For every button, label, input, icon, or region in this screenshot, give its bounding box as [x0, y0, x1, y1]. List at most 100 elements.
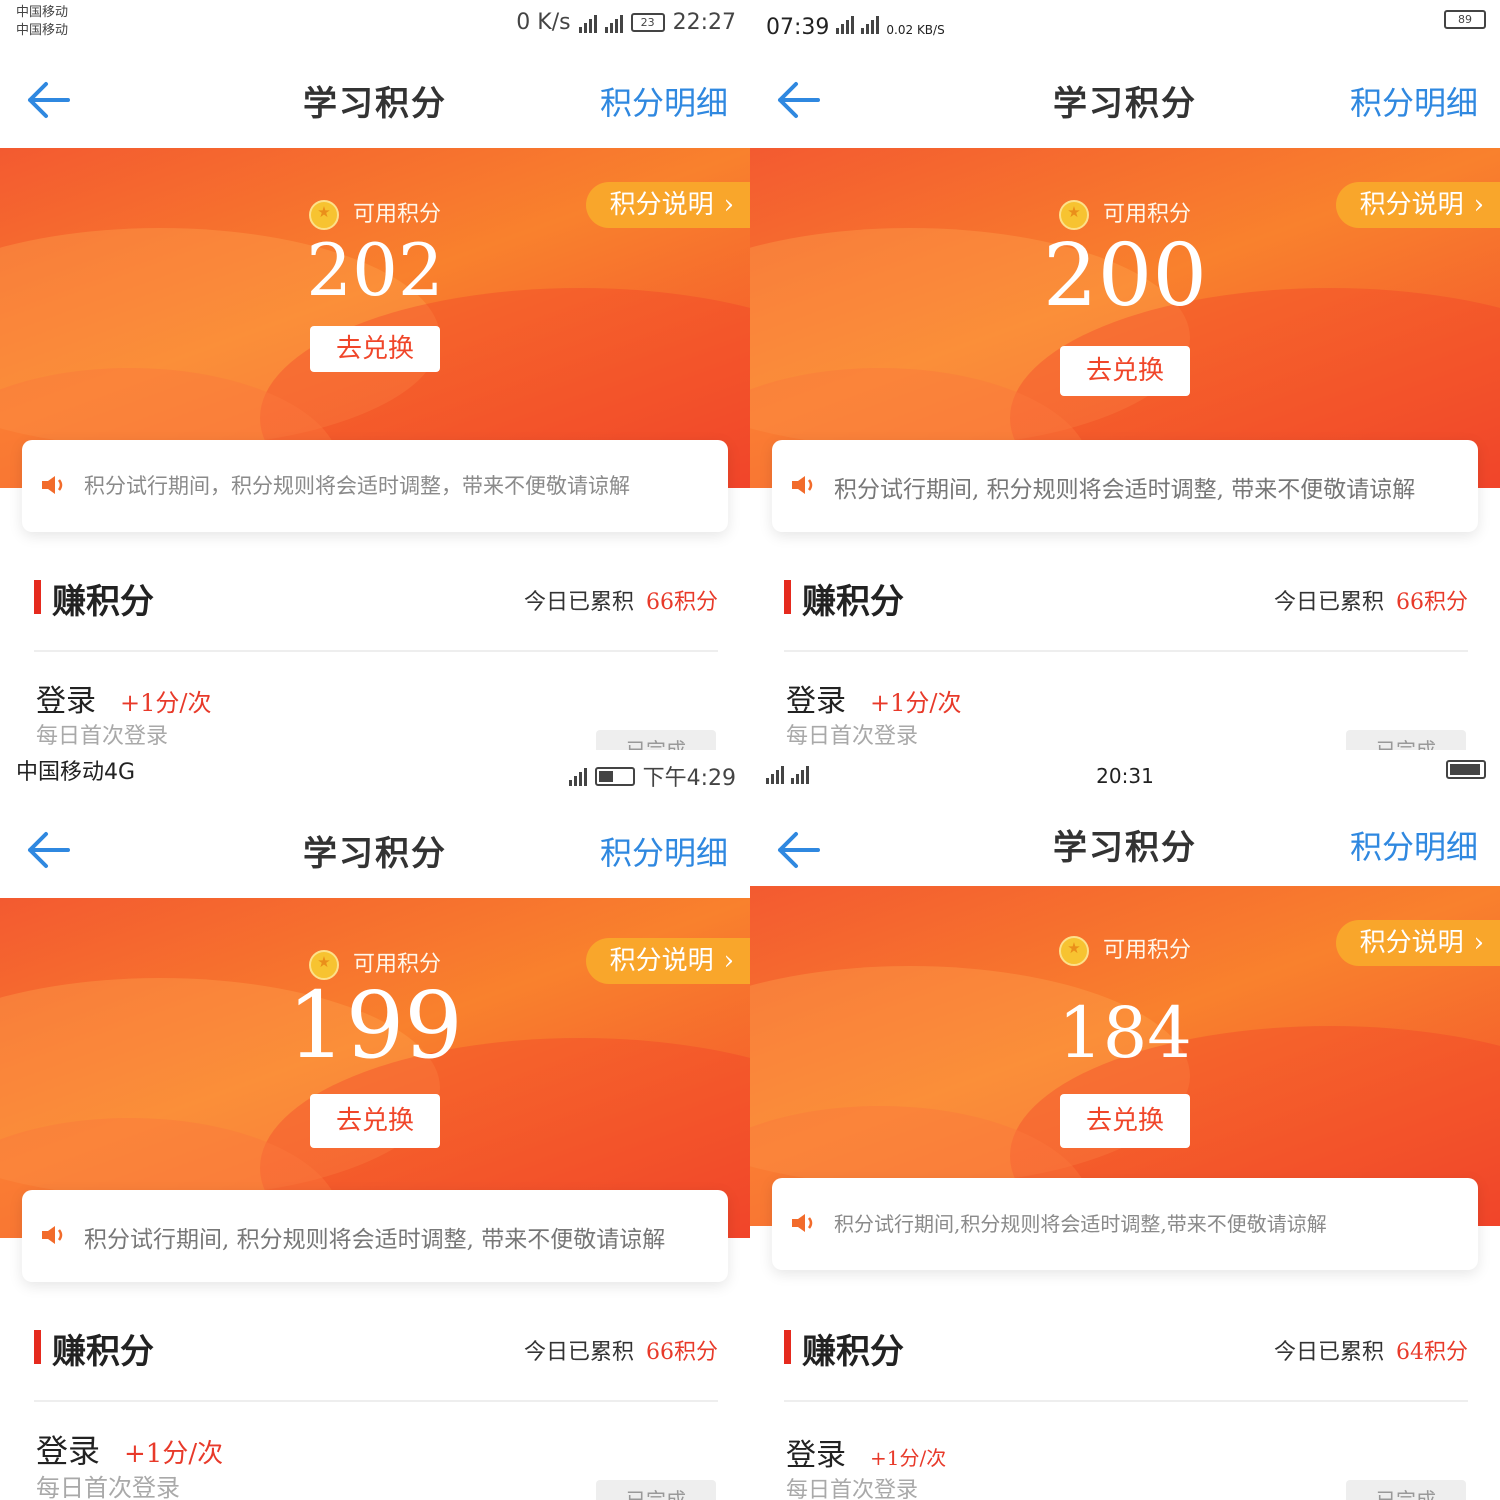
- screen-4: 20:31 学习积分 积分明细 可用积分 184 去兑换 积分说明› 积分试行期…: [750, 750, 1500, 1500]
- points-explain-button[interactable]: 积分说明 ›: [585, 938, 750, 984]
- task-login: 登录 +1分/次 每日首次登录: [786, 676, 1470, 749]
- notice-text: 积分试行期间, 积分规则将会适时调整, 带来不便敬请谅解: [834, 477, 1416, 503]
- today-accumulated: 今日已累积 66积分: [1273, 590, 1468, 615]
- task-status-button[interactable]: 已完成: [1346, 730, 1466, 750]
- notice-card: 积分试行期间,积分规则将会适时调整,带来不便敬请谅解: [772, 1178, 1478, 1270]
- nav-bar: 学习积分 积分明细: [0, 800, 750, 898]
- earn-title: 赚积分: [802, 1332, 904, 1372]
- task-name: 登录: [36, 1432, 101, 1470]
- redeem-button[interactable]: 去兑换: [1060, 1094, 1190, 1148]
- chevron-right-icon: ›: [723, 190, 734, 220]
- clock: 07:39: [766, 15, 830, 40]
- status-icons: [1446, 760, 1486, 779]
- signal-icon: [836, 14, 855, 34]
- clock: 下午4:29: [642, 766, 736, 791]
- signal-icon: [568, 766, 587, 786]
- battery-icon: 23: [630, 13, 665, 32]
- coin-icon: [308, 200, 339, 230]
- task-status-button[interactable]: 已完成: [596, 1480, 716, 1500]
- points-detail-link[interactable]: 积分明细: [600, 828, 728, 874]
- earn-points-header: 赚积分 今日已累积 66积分: [34, 1324, 718, 1402]
- task-status-button[interactable]: 已完成: [1346, 1480, 1466, 1500]
- task-bonus: +1分/次: [124, 1439, 224, 1469]
- battery-icon: 89: [1444, 10, 1486, 29]
- clock: 22:27: [672, 10, 736, 35]
- status-icons: 89: [1444, 10, 1486, 29]
- points-hero: 可用积分 199 去兑换 积分说明›: [0, 898, 750, 1238]
- redeem-button[interactable]: 去兑换: [310, 1094, 440, 1148]
- speaker-icon: [792, 1214, 813, 1232]
- coin-icon: [1058, 936, 1089, 966]
- earn-title: 赚积分: [52, 582, 154, 622]
- signal-icon: [578, 13, 597, 33]
- points-value: 202: [306, 228, 444, 312]
- network-speed: 0.02 KB/S: [886, 23, 945, 37]
- points-value: 200: [1042, 226, 1208, 326]
- notice-text: 积分试行期间,积分规则将会适时调整,带来不便敬请谅解: [834, 1212, 1327, 1236]
- status-bar: 中国移动 中国移动 0 K/s 23 22:27: [0, 0, 750, 50]
- screenshot-collage: 中国移动 中国移动 0 K/s 23 22:27 学习积分 积分明细 可用积分 …: [0, 0, 1500, 1500]
- battery-level: 23: [640, 16, 655, 29]
- carrier-line-2: 中国移动: [16, 23, 69, 38]
- status-icons: 下午4:29: [568, 760, 736, 792]
- nav-bar: 学习积分 积分明细: [750, 800, 1500, 898]
- today-accumulated: 今日已累积 64积分: [1273, 1340, 1468, 1365]
- chevron-right-icon: ›: [1473, 190, 1484, 220]
- status-bar: 07:39 0.02 KB/S 89: [750, 0, 1500, 50]
- task-login: 登录 +1分/次 每日首次登录: [786, 1430, 1470, 1500]
- nav-bar: 学习积分 积分明细: [750, 50, 1500, 148]
- status-left: 07:39 0.02 KB/S: [766, 14, 945, 39]
- points-hero: 可用积分 184 去兑换 积分说明›: [750, 886, 1500, 1226]
- status-bar: 20:31: [750, 750, 1500, 800]
- earn-points-header: 赚积分 今日已累积 64积分: [784, 1324, 1468, 1402]
- notice-card: 积分试行期间, 积分规则将会适时调整, 带来不便敬请谅解: [22, 1190, 728, 1282]
- notice-text: 积分试行期间，积分规则将会适时调整，带来不便敬请谅解: [84, 474, 630, 498]
- task-name: 登录: [786, 1438, 846, 1473]
- chevron-right-icon: ›: [1473, 928, 1484, 958]
- notice-card: 积分试行期间，积分规则将会适时调整，带来不便敬请谅解: [22, 440, 728, 532]
- task-bonus: +1分/次: [870, 689, 962, 717]
- speaker-icon: [792, 476, 813, 494]
- points-value: 199: [287, 972, 463, 1079]
- task-description: 每日首次登录: [36, 724, 169, 749]
- points-explain-button[interactable]: 积分说明 ›: [585, 182, 750, 228]
- carrier-label: 中国移动 中国移动: [16, 4, 68, 40]
- earn-points-header: 赚积分 今日已累积 66积分: [784, 574, 1468, 652]
- network-speed: 0 K/s: [516, 10, 571, 35]
- points-detail-link[interactable]: 积分明细: [1350, 78, 1478, 124]
- clock: 20:31: [1096, 764, 1154, 788]
- points-hero: 可用积分 202 去兑换 积分说明›: [0, 148, 750, 488]
- signal-icon: [604, 13, 623, 33]
- task-status-button[interactable]: 已完成: [596, 730, 716, 750]
- carrier-label: 中国移动4G: [16, 760, 136, 785]
- signal-icon: [861, 14, 880, 34]
- points-detail-link[interactable]: 积分明细: [1350, 822, 1478, 868]
- task-bonus: +1分/次: [120, 689, 212, 717]
- task-description: 每日首次登录: [786, 1478, 919, 1500]
- notice-text: 积分试行期间, 积分规则将会适时调整, 带来不便敬请谅解: [84, 1227, 666, 1253]
- points-hero: 可用积分 200 去兑换 积分说明›: [750, 148, 1500, 488]
- status-bar: 中国移动4G 下午4:29: [0, 750, 750, 800]
- screen-2: 07:39 0.02 KB/S 89 学习积分 积分明细 可用积分 200 去兑…: [750, 0, 1500, 750]
- redeem-button[interactable]: 去兑换: [1060, 346, 1190, 396]
- screen-1: 中国移动 中国移动 0 K/s 23 22:27 学习积分 积分明细 可用积分 …: [0, 0, 750, 750]
- points-explain-button[interactable]: 积分说明 ›: [1335, 182, 1500, 228]
- today-accumulated: 今日已累积 66积分: [523, 590, 718, 615]
- speaker-icon: [42, 476, 63, 494]
- battery-icon: [594, 766, 635, 786]
- speaker-icon: [42, 1226, 63, 1244]
- task-name: 登录: [786, 684, 846, 719]
- redeem-button[interactable]: 去兑换: [310, 326, 440, 372]
- points-value: 184: [1058, 992, 1192, 1074]
- task-name: 登录: [36, 684, 96, 719]
- battery-level: 89: [1458, 13, 1472, 26]
- chevron-right-icon: ›: [723, 946, 734, 976]
- points-explain-button[interactable]: 积分说明 ›: [1335, 920, 1500, 966]
- nav-bar: 学习积分 积分明细: [0, 50, 750, 148]
- task-bonus: +1分/次: [870, 1446, 947, 1470]
- task-description: 每日首次登录: [36, 1474, 180, 1500]
- task-description: 每日首次登录: [786, 724, 919, 749]
- points-detail-link[interactable]: 积分明细: [600, 78, 728, 124]
- screen-3: 中国移动4G 下午4:29 学习积分 积分明细 可用积分 199 去兑换 积分说…: [0, 750, 750, 1500]
- carrier-line-1: 中国移动: [16, 5, 69, 20]
